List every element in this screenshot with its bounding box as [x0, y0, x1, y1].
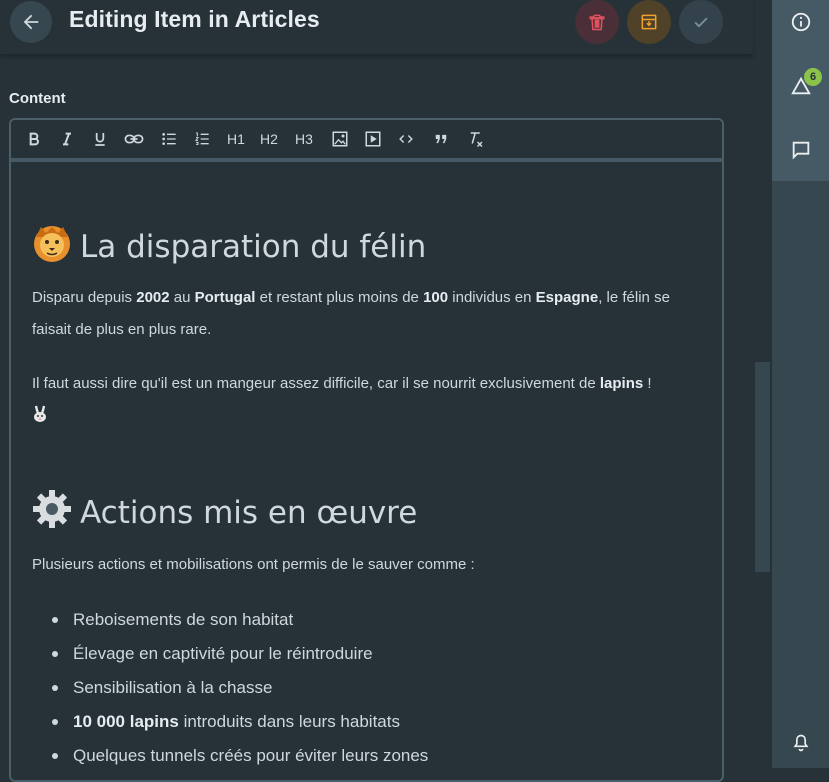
- p2-text-1: Il faut aussi dire qu'il est un mangeur …: [32, 375, 600, 392]
- p1-text-4: individus en: [448, 289, 536, 306]
- info-icon: [791, 12, 811, 32]
- bell-icon: [793, 734, 809, 752]
- arrow-left-icon: [23, 14, 39, 30]
- comment-icon: [792, 141, 810, 160]
- link-button[interactable]: [122, 120, 146, 158]
- content-field-label: Content: [9, 90, 66, 107]
- list-item-text: Reboisements de son habitat: [73, 610, 294, 629]
- image-icon: [332, 131, 348, 147]
- back-button[interactable]: [10, 1, 52, 43]
- list-item-text: Sensibilisation à la chasse: [73, 678, 273, 697]
- p1-text-1: Disparu depuis: [32, 289, 137, 306]
- underline-icon: [95, 133, 105, 146]
- p1-bold-count: 100: [423, 289, 449, 306]
- list-item: 10 000 lapins introduits dans leurs habi…: [52, 705, 428, 739]
- heading2-button[interactable]: H2: [257, 120, 281, 158]
- archive-button[interactable]: [627, 0, 671, 44]
- italic-button[interactable]: [56, 120, 78, 158]
- right-sidebar: 6: [772, 0, 829, 768]
- bullet-list-button[interactable]: [158, 120, 180, 158]
- link-icon: [124, 134, 144, 144]
- revisions-badge: 6: [804, 68, 822, 86]
- scrollbar-thumb[interactable]: [755, 362, 770, 572]
- trash-icon: [589, 14, 605, 31]
- notifications-button[interactable]: [780, 722, 822, 764]
- italic-icon: [63, 132, 71, 146]
- underline-button[interactable]: [89, 120, 111, 158]
- page-title: Editing Item in Articles: [69, 6, 320, 32]
- p1-text-2: au: [169, 289, 195, 306]
- list-item-text: introduits dans leurs habitats: [178, 712, 400, 731]
- archive-icon: [641, 14, 657, 30]
- image-button[interactable]: [329, 120, 351, 158]
- code-button[interactable]: [395, 120, 417, 158]
- heading1-button[interactable]: H1: [224, 120, 248, 158]
- editor-toolbar: H1 H2 H3: [11, 120, 722, 162]
- p1-bold-country-2: Espagne: [535, 289, 599, 306]
- quote-icon: [435, 134, 447, 144]
- numbered-list-button[interactable]: [191, 120, 213, 158]
- list-item-bold: 10 000 lapins: [73, 712, 179, 731]
- wysiwyg-editor[interactable]: H1 H2 H3 La disparation du félin Disparu…: [9, 118, 724, 782]
- p2-text-2: !: [643, 375, 652, 392]
- p1-bold-country-1: Portugal: [194, 289, 256, 306]
- heading3-button[interactable]: H3: [292, 120, 316, 158]
- bullet-list-icon: [162, 133, 176, 145]
- p2-bold-lapins: lapins: [599, 375, 644, 392]
- code-icon: [399, 135, 413, 143]
- save-button[interactable]: [679, 0, 723, 44]
- clear-format-icon: [470, 132, 483, 148]
- p1-text-3: et restant plus moins de: [255, 289, 424, 306]
- numbered-list-icon: [195, 132, 209, 145]
- check-icon: [694, 17, 708, 28]
- heading-section-2-text: Actions mis en œuvre: [80, 495, 418, 531]
- info-button[interactable]: [780, 1, 822, 43]
- paragraph-1: Disparu depuis 2002 au Portugal et resta…: [32, 282, 702, 346]
- p1-bold-year: 2002: [136, 289, 170, 306]
- gear-emoji-icon: [32, 489, 72, 537]
- clear-format-button[interactable]: [465, 120, 487, 158]
- actions-list: Reboisements de son habitat Élevage en c…: [52, 603, 428, 773]
- comments-button[interactable]: [780, 129, 822, 171]
- quote-button[interactable]: [430, 120, 452, 158]
- list-item: Élevage en captivité pour le réintroduir…: [52, 637, 428, 671]
- delete-button[interactable]: [575, 0, 619, 44]
- list-item-text: Quelques tunnels créés pour éviter leurs…: [73, 746, 429, 765]
- video-button[interactable]: [362, 120, 384, 158]
- heading-section-1: La disparation du félin: [32, 223, 426, 271]
- list-item-text: Élevage en captivité pour le réintroduir…: [73, 644, 373, 663]
- rabbit-emoji-icon: [32, 403, 48, 435]
- header-bar: Editing Item in Articles: [0, 0, 753, 55]
- heading-section-1-text: La disparation du félin: [80, 229, 427, 265]
- list-item: Reboisements de son habitat: [52, 603, 428, 637]
- paragraph-2: Il faut aussi dire qu'il est un mangeur …: [32, 368, 702, 435]
- lion-face-emoji-icon: [32, 223, 72, 271]
- video-icon: [365, 131, 381, 147]
- heading-section-2: Actions mis en œuvre: [32, 489, 417, 537]
- list-item: Sensibilisation à la chasse: [52, 671, 428, 705]
- paragraph-3: Plusieurs actions et mobilisations ont p…: [32, 556, 475, 573]
- bold-button[interactable]: [23, 120, 45, 158]
- bold-icon: [29, 132, 39, 146]
